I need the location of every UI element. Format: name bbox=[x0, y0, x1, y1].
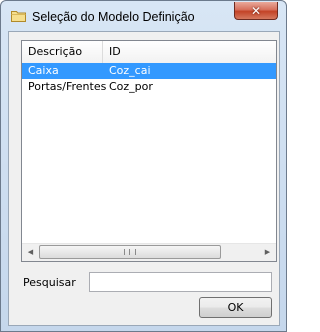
dialog-client-area: Descrição ID Caixa Coz_cai Portas/Frente… bbox=[8, 31, 280, 326]
list-row[interactable]: Caixa Coz_cai bbox=[22, 63, 276, 79]
ok-button[interactable]: OK bbox=[199, 297, 272, 318]
row-id: Coz_por bbox=[109, 80, 153, 93]
search-label: Pesquisar bbox=[23, 276, 76, 289]
folder-icon bbox=[11, 11, 26, 22]
close-button[interactable]: ✕ bbox=[234, 2, 278, 20]
title-bar[interactable]: Seleção do Modelo Definição ✕ bbox=[1, 1, 286, 31]
dialog-window: Seleção do Modelo Definição ✕ Descrição … bbox=[0, 0, 287, 332]
row-id: Coz_cai bbox=[109, 64, 151, 77]
column-header-id[interactable]: ID bbox=[103, 41, 276, 63]
row-description: Portas/Frentes bbox=[28, 80, 107, 93]
model-list[interactable]: Descrição ID Caixa Coz_cai Portas/Frente… bbox=[21, 40, 277, 262]
scroll-left-icon[interactable]: ◀ bbox=[22, 244, 39, 261]
column-header-descricao[interactable]: Descrição bbox=[22, 41, 103, 63]
scrollbar-thumb[interactable] bbox=[39, 245, 221, 259]
search-input[interactable] bbox=[89, 272, 272, 292]
list-header: Descrição ID bbox=[22, 41, 276, 64]
list-row[interactable]: Portas/Frentes Coz_por bbox=[22, 79, 276, 95]
grip-icon bbox=[124, 249, 136, 255]
row-description: Caixa bbox=[28, 64, 59, 77]
window-title: Seleção do Modelo Definição bbox=[32, 10, 195, 24]
close-icon: ✕ bbox=[250, 3, 262, 18]
scroll-right-icon[interactable]: ▶ bbox=[259, 244, 276, 261]
horizontal-scrollbar[interactable]: ◀ ▶ bbox=[22, 243, 276, 261]
